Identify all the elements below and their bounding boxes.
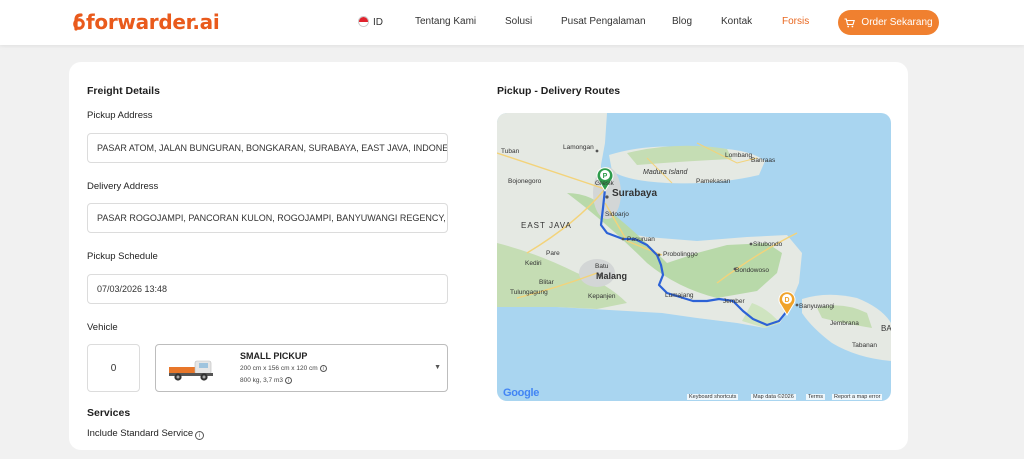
google-wordmark: Google [503,387,540,399]
map-label-bondowoso: Bondowoso [735,267,769,274]
map-label-gresik: Gresik [595,180,615,187]
freight-details-title: Freight Details [87,85,160,97]
map-label-jember: Jember [723,298,746,305]
map-label-surabaya: Surabaya [612,188,657,199]
vehicle-select[interactable]: SMALL PICKUP 200 cm x 156 cm x 120 cm i 8… [155,344,448,392]
order-now-label: Order Sekarang [861,17,933,28]
pickup-address-label: Pickup Address [87,110,153,121]
delivery-address-label: Delivery Address [87,181,159,192]
route-map[interactable]: P D Tuban Lamongan Bojonegoro Gresik Sur… [497,113,891,401]
vehicle-capacity-text: 800 kg, 3,7 m3 [240,377,283,384]
map-label-lumajang: Lumajang [665,292,694,299]
vehicle-label: Vehicle [87,322,118,333]
map-label-blitar: Blitar [539,279,555,286]
standard-service-label: Include Standard Service [87,428,194,439]
services-title: Services [87,407,131,419]
map-label-east-java: EAST JAVA [521,221,572,230]
brand-logo[interactable]: forwarder.ai [70,10,220,34]
map-label-madura: Madura Island [643,169,688,176]
map-label-kediri: Kediri [525,260,542,267]
terms-link[interactable]: Terms [806,394,825,400]
vehicle-dimensions: 200 cm x 156 cm x 120 cm i [240,365,327,372]
map-label-lamongan: Lamongan [563,144,594,151]
pickup-truck-icon [169,360,213,381]
map-label-pare: Pare [546,250,560,257]
brand-name: forwarder.ai [86,10,220,34]
delivery-address-input[interactable]: PASAR ROGOJAMPI, PANCORAN KULON, ROGOJAM… [87,203,448,233]
map-label-situbondo: Situbondo [753,241,783,248]
map-label-tabanan: Tabanan [852,342,877,349]
map-label-batu: Batu [595,263,609,270]
indonesia-flag-icon [358,16,369,27]
vehicle-name: SMALL PICKUP [240,351,308,361]
nav-item-tentang-kami[interactable]: Tentang Kami [415,16,476,27]
standard-service-info-icon[interactable]: i [195,431,205,440]
map-label-sidoarjo: Sidoarjo [605,211,629,218]
logo-mark-icon [73,13,85,31]
pickup-schedule-label: Pickup Schedule [87,251,158,262]
google-logo: Google [503,387,539,399]
dimensions-info-icon[interactable]: i [319,365,327,372]
map-label-tuban: Tuban [501,148,520,155]
pickup-address-input[interactable]: PASAR ATOM, JALAN BUNGURAN, BONGKARAN, S… [87,133,448,163]
pickup-schedule-input[interactable]: 07/03/2026 13:48 [87,274,448,304]
map-label-lombang: Lombang [725,152,752,159]
order-now-button[interactable]: Order Sekarang [838,10,939,35]
vehicle-quantity-input[interactable]: 0 [87,344,140,392]
nav-item-kontak[interactable]: Kontak [721,16,752,27]
nav-item-blog[interactable]: Blog [672,16,692,27]
map-canvas: P D Tuban Lamongan Bojonegoro Gresik Sur… [497,113,891,361]
routes-title: Pickup - Delivery Routes [497,85,621,97]
map-label-bojonegoro: Bojonegoro [508,178,542,185]
map-label-tulungagung: Tulungagung [510,289,548,296]
map-label-pamekasan: Pamekasan [696,178,731,185]
language-label: ID [373,17,383,28]
nav-item-pusat-pengalaman[interactable]: Pusat Pengalaman [561,16,646,27]
map-label-banraas: Banraas [751,157,776,164]
keyboard-shortcuts-link[interactable]: Keyboard shortcuts [687,394,739,400]
map-label-probolinggo: Probolinggo [663,251,698,258]
standard-service-row[interactable]: Include Standard Service i [87,428,205,440]
capacity-info-icon[interactable]: i [285,377,292,384]
map-data-credit: Map data ©2026 [751,394,796,400]
vehicle-dimensions-text: 200 cm x 156 cm x 120 cm [240,365,318,372]
report-map-error-link[interactable]: Report a map error [832,394,883,400]
top-navbar: forwarder.ai ID Tentang Kami Solusi Pusa… [0,0,1024,45]
chevron-down-icon: ▼ [434,364,441,371]
map-label-pasuruan: Pasuruan [627,236,655,243]
nav-item-forsis[interactable]: Forsis [782,16,809,27]
map-label-ba: BA [881,324,891,333]
delivery-marker-label: D [784,297,789,304]
cart-icon [844,17,856,27]
pickup-marker-label: P [603,173,608,180]
map-label-jembrana: Jembrana [830,320,859,327]
vehicle-capacity: 800 kg, 3,7 m3 i [240,377,292,384]
nav-item-solusi[interactable]: Solusi [505,16,532,27]
map-label-kepanjen: Kepanjen [588,293,616,300]
language-selector[interactable]: ID [358,16,383,28]
map-label-banyuwangi: Banyuwangi [799,303,834,310]
